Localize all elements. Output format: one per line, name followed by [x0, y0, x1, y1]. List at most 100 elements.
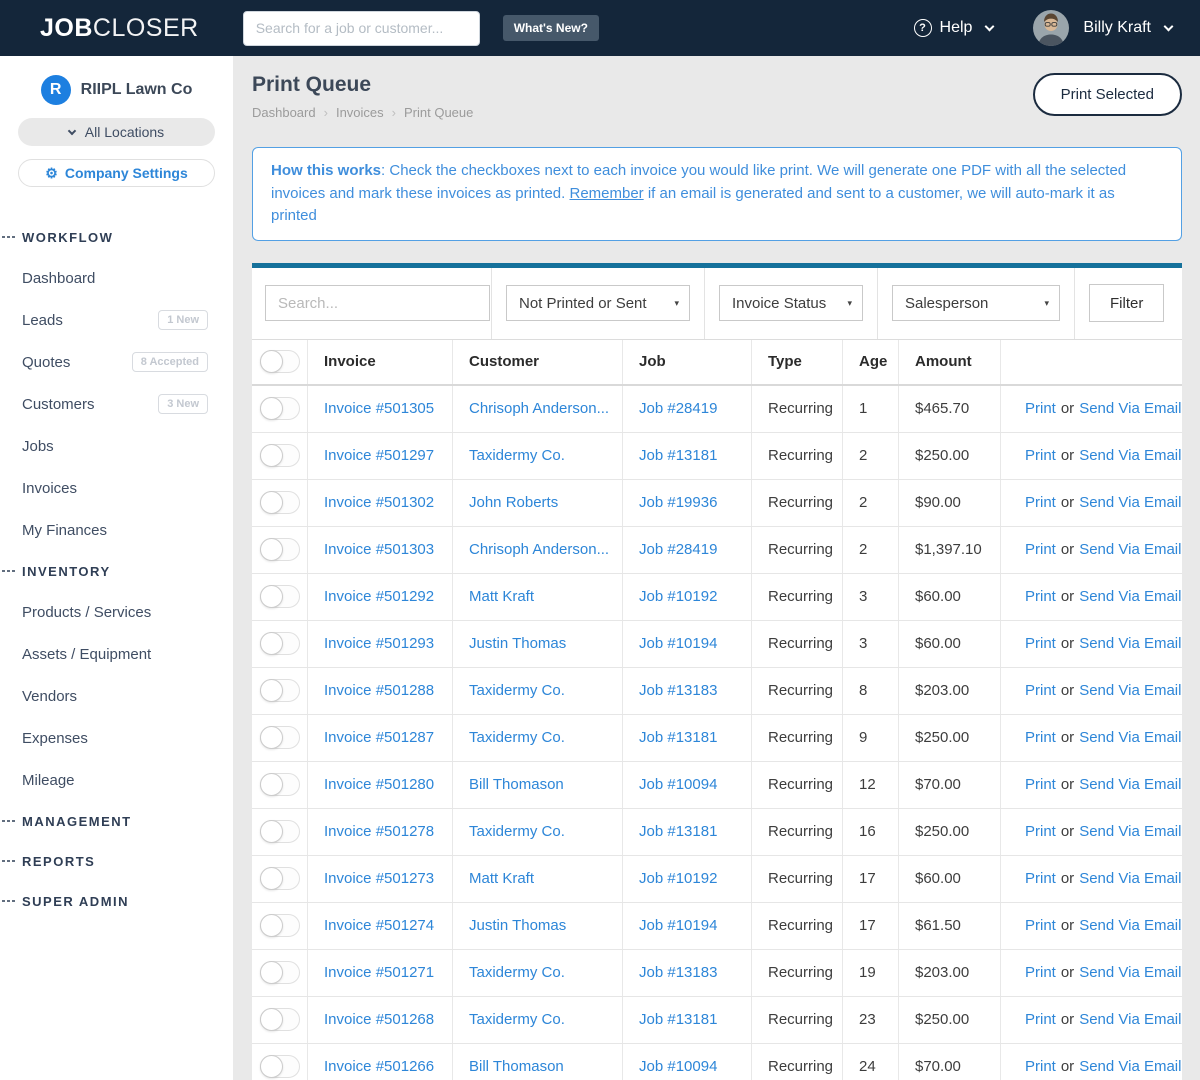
job-link[interactable]: Job #13181: [639, 823, 717, 840]
sidebar-item-invoices[interactable]: Invoices: [0, 467, 233, 509]
print-link[interactable]: Print: [1025, 682, 1056, 699]
breadcrumb-dashboard[interactable]: Dashboard: [252, 105, 316, 120]
invoice-link[interactable]: Invoice #501302: [324, 494, 434, 511]
job-link[interactable]: Job #13181: [639, 447, 717, 464]
sidebar-item-vendors[interactable]: Vendors: [0, 675, 233, 717]
invoice-link[interactable]: Invoice #501278: [324, 823, 434, 840]
company-settings-button[interactable]: ⚙ Company Settings: [18, 159, 215, 187]
print-link[interactable]: Print: [1025, 1058, 1056, 1075]
job-link[interactable]: Job #28419: [639, 400, 717, 417]
sidebar-item-assets-equipment[interactable]: Assets / Equipment: [0, 633, 233, 675]
send-via-email-link[interactable]: Send Via Email: [1079, 823, 1181, 840]
send-via-email-link[interactable]: Send Via Email: [1079, 541, 1181, 558]
row-toggle[interactable]: [259, 867, 300, 890]
row-toggle[interactable]: [259, 491, 300, 514]
invoice-link[interactable]: Invoice #501266: [324, 1058, 434, 1075]
app-logo[interactable]: JOBCLOSER: [40, 14, 199, 43]
customer-link[interactable]: Bill Thomason: [469, 776, 564, 793]
table-search-input[interactable]: [265, 285, 490, 321]
invoice-link[interactable]: Invoice #501280: [324, 776, 434, 793]
help-menu[interactable]: ? Help: [913, 19, 995, 37]
row-toggle[interactable]: [259, 1055, 300, 1078]
row-toggle[interactable]: [259, 538, 300, 561]
customer-link[interactable]: Matt Kraft: [469, 870, 534, 887]
customer-link[interactable]: Taxidermy Co.: [469, 1011, 565, 1028]
send-via-email-link[interactable]: Send Via Email: [1079, 964, 1181, 981]
print-link[interactable]: Print: [1025, 447, 1056, 464]
send-via-email-link[interactable]: Send Via Email: [1079, 494, 1181, 511]
customer-link[interactable]: Justin Thomas: [469, 917, 566, 934]
sidebar-section-management[interactable]: MANAGEMENT: [0, 801, 233, 841]
customer-link[interactable]: Bill Thomason: [469, 1058, 564, 1075]
print-link[interactable]: Print: [1025, 823, 1056, 840]
send-via-email-link[interactable]: Send Via Email: [1079, 729, 1181, 746]
print-link[interactable]: Print: [1025, 917, 1056, 934]
print-link[interactable]: Print: [1025, 400, 1056, 417]
print-link[interactable]: Print: [1025, 964, 1056, 981]
job-link[interactable]: Job #10094: [639, 1058, 717, 1075]
send-via-email-link[interactable]: Send Via Email: [1079, 682, 1181, 699]
invoice-link[interactable]: Invoice #501288: [324, 682, 434, 699]
user-menu[interactable]: Billy Kraft: [1083, 19, 1151, 37]
send-via-email-link[interactable]: Send Via Email: [1079, 447, 1181, 464]
send-via-email-link[interactable]: Send Via Email: [1079, 917, 1181, 934]
customer-link[interactable]: Taxidermy Co.: [469, 964, 565, 981]
company-switcher[interactable]: R RIIPL Lawn Co: [0, 75, 233, 105]
invoice-status-dropdown[interactable]: Invoice Status ▾: [719, 285, 863, 321]
job-link[interactable]: Job #10192: [639, 588, 717, 605]
sidebar-section-inventory[interactable]: INVENTORY: [0, 551, 233, 591]
invoice-link[interactable]: Invoice #501305: [324, 400, 434, 417]
row-toggle[interactable]: [259, 773, 300, 796]
row-toggle[interactable]: [259, 914, 300, 937]
row-toggle[interactable]: [259, 632, 300, 655]
invoice-link[interactable]: Invoice #501274: [324, 917, 434, 934]
sidebar-item-customers[interactable]: Customers 3 New: [0, 383, 233, 425]
row-toggle[interactable]: [259, 585, 300, 608]
sidebar-item-mileage[interactable]: Mileage: [0, 759, 233, 801]
print-link[interactable]: Print: [1025, 588, 1056, 605]
print-link[interactable]: Print: [1025, 1011, 1056, 1028]
print-selected-button[interactable]: Print Selected: [1032, 73, 1182, 116]
row-toggle[interactable]: [259, 1008, 300, 1031]
print-link[interactable]: Print: [1025, 635, 1056, 652]
print-link[interactable]: Print: [1025, 541, 1056, 558]
all-locations-dropdown[interactable]: All Locations: [18, 118, 215, 146]
breadcrumb-invoices[interactable]: Invoices: [336, 105, 384, 120]
printed-status-dropdown[interactable]: Not Printed or Sent ▾: [506, 285, 690, 321]
row-toggle[interactable]: [259, 726, 300, 749]
sidebar-item-dashboard[interactable]: Dashboard: [0, 257, 233, 299]
customer-link[interactable]: Taxidermy Co.: [469, 447, 565, 464]
sidebar-item-quotes[interactable]: Quotes 8 Accepted: [0, 341, 233, 383]
sidebar-section-workflow[interactable]: WORKFLOW: [0, 217, 233, 257]
send-via-email-link[interactable]: Send Via Email: [1079, 1011, 1181, 1028]
customer-link[interactable]: Chrisoph Anderson...: [469, 541, 609, 558]
whats-new-button[interactable]: What's New?: [502, 15, 599, 41]
invoice-link[interactable]: Invoice #501287: [324, 729, 434, 746]
print-link[interactable]: Print: [1025, 870, 1056, 887]
customer-link[interactable]: Taxidermy Co.: [469, 682, 565, 699]
invoice-link[interactable]: Invoice #501273: [324, 870, 434, 887]
send-via-email-link[interactable]: Send Via Email: [1079, 588, 1181, 605]
user-avatar[interactable]: [1033, 10, 1070, 46]
print-link[interactable]: Print: [1025, 729, 1056, 746]
customer-link[interactable]: Taxidermy Co.: [469, 729, 565, 746]
sidebar-item-jobs[interactable]: Jobs: [0, 425, 233, 467]
chevron-down-icon[interactable]: [1163, 21, 1174, 31]
salesperson-dropdown[interactable]: Salesperson ▾: [892, 285, 1060, 321]
select-all-toggle[interactable]: [259, 350, 300, 373]
job-link[interactable]: Job #10192: [639, 870, 717, 887]
send-via-email-link[interactable]: Send Via Email: [1079, 635, 1181, 652]
job-link[interactable]: Job #19936: [639, 494, 717, 511]
send-via-email-link[interactable]: Send Via Email: [1079, 1058, 1181, 1075]
send-via-email-link[interactable]: Send Via Email: [1079, 776, 1181, 793]
sidebar-item-products-services[interactable]: Products / Services: [0, 591, 233, 633]
job-link[interactable]: Job #28419: [639, 541, 717, 558]
invoice-link[interactable]: Invoice #501303: [324, 541, 434, 558]
row-toggle[interactable]: [259, 444, 300, 467]
invoice-link[interactable]: Invoice #501293: [324, 635, 434, 652]
global-search-input[interactable]: [242, 10, 480, 46]
invoice-link[interactable]: Invoice #501271: [324, 964, 434, 981]
row-toggle[interactable]: [259, 679, 300, 702]
row-toggle[interactable]: [259, 397, 300, 420]
customer-link[interactable]: Matt Kraft: [469, 588, 534, 605]
